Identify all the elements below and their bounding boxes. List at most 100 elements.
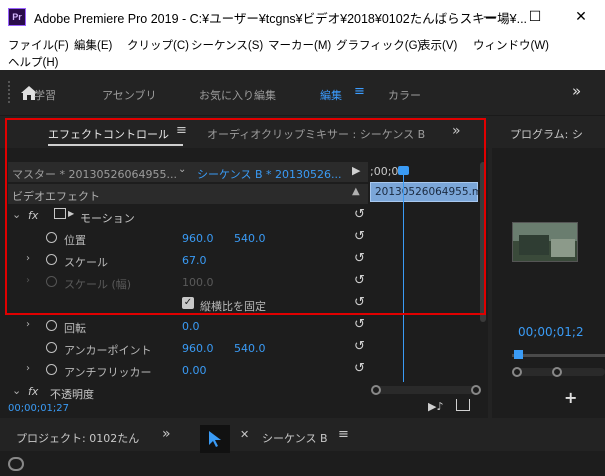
program-video-frame: [512, 222, 578, 262]
panel-menu-icon[interactable]: ≡: [176, 123, 187, 138]
menu-marker[interactable]: マーカー(M): [268, 37, 331, 53]
stopwatch-icon[interactable]: [46, 232, 57, 243]
play-audio-icon[interactable]: ▶♪: [428, 400, 443, 413]
horizontal-scrollbar[interactable]: [372, 386, 480, 394]
reset-icon[interactable]: ↺: [354, 229, 365, 244]
selection-arrow-icon: [209, 431, 221, 447]
property-antiflicker-row: › アンチフリッカー 0.00 ↺: [8, 360, 368, 381]
position-y-value[interactable]: 540.0: [234, 232, 266, 245]
play-triangle-icon: ▶: [68, 209, 75, 218]
stopwatch-icon[interactable]: [46, 364, 57, 375]
playhead-handle[interactable]: [398, 166, 409, 175]
scroll-handle-left[interactable]: [371, 385, 381, 395]
program-playhead[interactable]: [514, 350, 523, 359]
tabs-overflow-button[interactable]: »: [452, 123, 461, 139]
menu-graphics[interactable]: グラフィック(G): [336, 37, 421, 53]
effect-opacity-row[interactable]: ⌄ fx 不透明度: [8, 382, 368, 403]
add-button-icon[interactable]: +: [564, 388, 577, 407]
anchor-label: アンカーポイント: [64, 344, 152, 357]
menu-window[interactable]: ウィンドウ(W): [473, 37, 549, 53]
menu-help[interactable]: ヘルプ(H): [8, 54, 58, 70]
anchor-y-value[interactable]: 540.0: [234, 342, 266, 355]
sequence-clip-label[interactable]: シーケンス B * 20130526...: [197, 166, 341, 182]
antiflicker-value[interactable]: 0.00: [182, 364, 207, 377]
chevron-right-icon[interactable]: ›: [26, 253, 30, 264]
drag-handle[interactable]: [8, 81, 12, 103]
menu-edit[interactable]: 編集(E): [74, 37, 112, 53]
position-x-value[interactable]: 960.0: [182, 232, 214, 245]
property-scale-width-row: › スケール (幅) 100.0 ↺: [8, 272, 368, 293]
collapse-up-icon[interactable]: ▲: [352, 186, 360, 197]
close-button[interactable]: ✕: [558, 0, 604, 34]
tab-program[interactable]: プログラム: シ: [510, 126, 583, 142]
zoom-handle-right[interactable]: [552, 367, 562, 377]
anchor-x-value[interactable]: 960.0: [182, 342, 214, 355]
export-frame-icon[interactable]: [456, 399, 470, 411]
program-scrubber[interactable]: [512, 354, 605, 357]
chevron-down-icon[interactable]: ⌄: [12, 384, 21, 397]
project-tabs-more-button[interactable]: »: [162, 426, 171, 442]
workspace-edit[interactable]: 編集: [320, 87, 342, 103]
menu-view[interactable]: 表示(V): [419, 37, 457, 53]
tab-effect-controls[interactable]: エフェクトコントロール: [48, 126, 169, 142]
scale-width-value: 100.0: [182, 276, 214, 289]
video-effects-label: ビデオエフェクト: [12, 190, 100, 203]
zoom-handle-left[interactable]: [512, 367, 522, 377]
chevron-right-icon[interactable]: ›: [26, 363, 30, 374]
uniform-scale-checkbox[interactable]: ✓: [182, 297, 194, 309]
stopwatch-icon[interactable]: [46, 254, 57, 265]
menu-sequence[interactable]: シーケンス(S): [191, 37, 263, 53]
opacity-label: 不透明度: [50, 388, 94, 401]
chevron-down-icon[interactable]: ⌄: [178, 164, 186, 175]
master-clip-label[interactable]: マスター * 20130526064955...: [12, 166, 177, 182]
motion-label: モーション: [80, 212, 135, 225]
program-monitor-panel: プログラム: シ 00;00;01;2 +: [492, 118, 605, 418]
property-anchor-row: アンカーポイント 960.0 540.0 ↺: [8, 338, 368, 359]
workspaces-more-button[interactable]: »: [572, 82, 581, 100]
tab-project[interactable]: プロジェクト: 0102たん: [16, 430, 139, 446]
maximize-button[interactable]: ☐: [512, 0, 558, 34]
timeline-menu-icon[interactable]: ≡: [338, 427, 349, 442]
chevron-down-icon[interactable]: ⌄: [12, 208, 21, 221]
menu-file[interactable]: ファイル(F): [8, 37, 69, 53]
scroll-handle-right[interactable]: [471, 385, 481, 395]
tab-audio-clip-mixer[interactable]: オーディオクリップミキサー : シーケンス B: [207, 126, 425, 142]
effect-motion-row[interactable]: ⌄ fx ▶ モーション ↺: [8, 206, 368, 227]
chevron-right-icon[interactable]: ›: [26, 319, 30, 330]
playhead-line[interactable]: [403, 172, 404, 382]
scale-label: スケール: [64, 256, 108, 269]
reset-icon[interactable]: ↺: [354, 273, 365, 288]
tab-timeline-sequence[interactable]: シーケンス B: [262, 430, 328, 446]
project-panel-icon[interactable]: [8, 457, 24, 471]
play-only-icon[interactable]: ▶: [352, 164, 360, 177]
reset-icon[interactable]: ↺: [354, 251, 365, 266]
reset-icon[interactable]: ↺: [354, 207, 365, 222]
program-timecode[interactable]: 00;00;01;2: [518, 325, 584, 339]
transform-box-icon[interactable]: [54, 208, 66, 219]
rotation-value[interactable]: 0.0: [182, 320, 200, 333]
chevron-right-icon: ›: [26, 275, 30, 286]
workspace-assembly[interactable]: アセンブリ: [102, 87, 156, 103]
vertical-scrollbar[interactable]: [480, 162, 486, 322]
reset-icon[interactable]: ↺: [354, 295, 365, 310]
workspace-favorite-edit[interactable]: お気に入り編集: [199, 87, 276, 103]
position-label: 位置: [64, 234, 86, 247]
property-scale-row: › スケール 67.0 ↺: [8, 250, 368, 271]
timecode-display[interactable]: 00;00;01;27: [8, 403, 69, 414]
stopwatch-icon[interactable]: [46, 320, 57, 331]
reset-icon[interactable]: ↺: [354, 317, 365, 332]
reset-icon[interactable]: ↺: [354, 339, 365, 354]
scale-value[interactable]: 67.0: [182, 254, 207, 267]
fx-toggle-icon[interactable]: fx: [28, 385, 38, 398]
close-icon[interactable]: ✕: [240, 428, 249, 441]
title-bar: Pr Adobe Premiere Pro 2019 - C:¥ユーザー¥tcg…: [0, 0, 605, 34]
premiere-logo-icon: Pr: [8, 8, 26, 26]
workspace-learn[interactable]: 学習: [34, 87, 56, 103]
menu-clip[interactable]: クリップ(C): [127, 37, 189, 53]
stopwatch-icon[interactable]: [46, 342, 57, 353]
workspace-menu-icon[interactable]: ≡: [354, 84, 365, 99]
fx-toggle-icon[interactable]: fx: [28, 209, 38, 222]
minimize-button[interactable]: —: [467, 0, 513, 34]
workspace-color[interactable]: カラー: [388, 87, 421, 103]
reset-icon[interactable]: ↺: [354, 361, 365, 376]
